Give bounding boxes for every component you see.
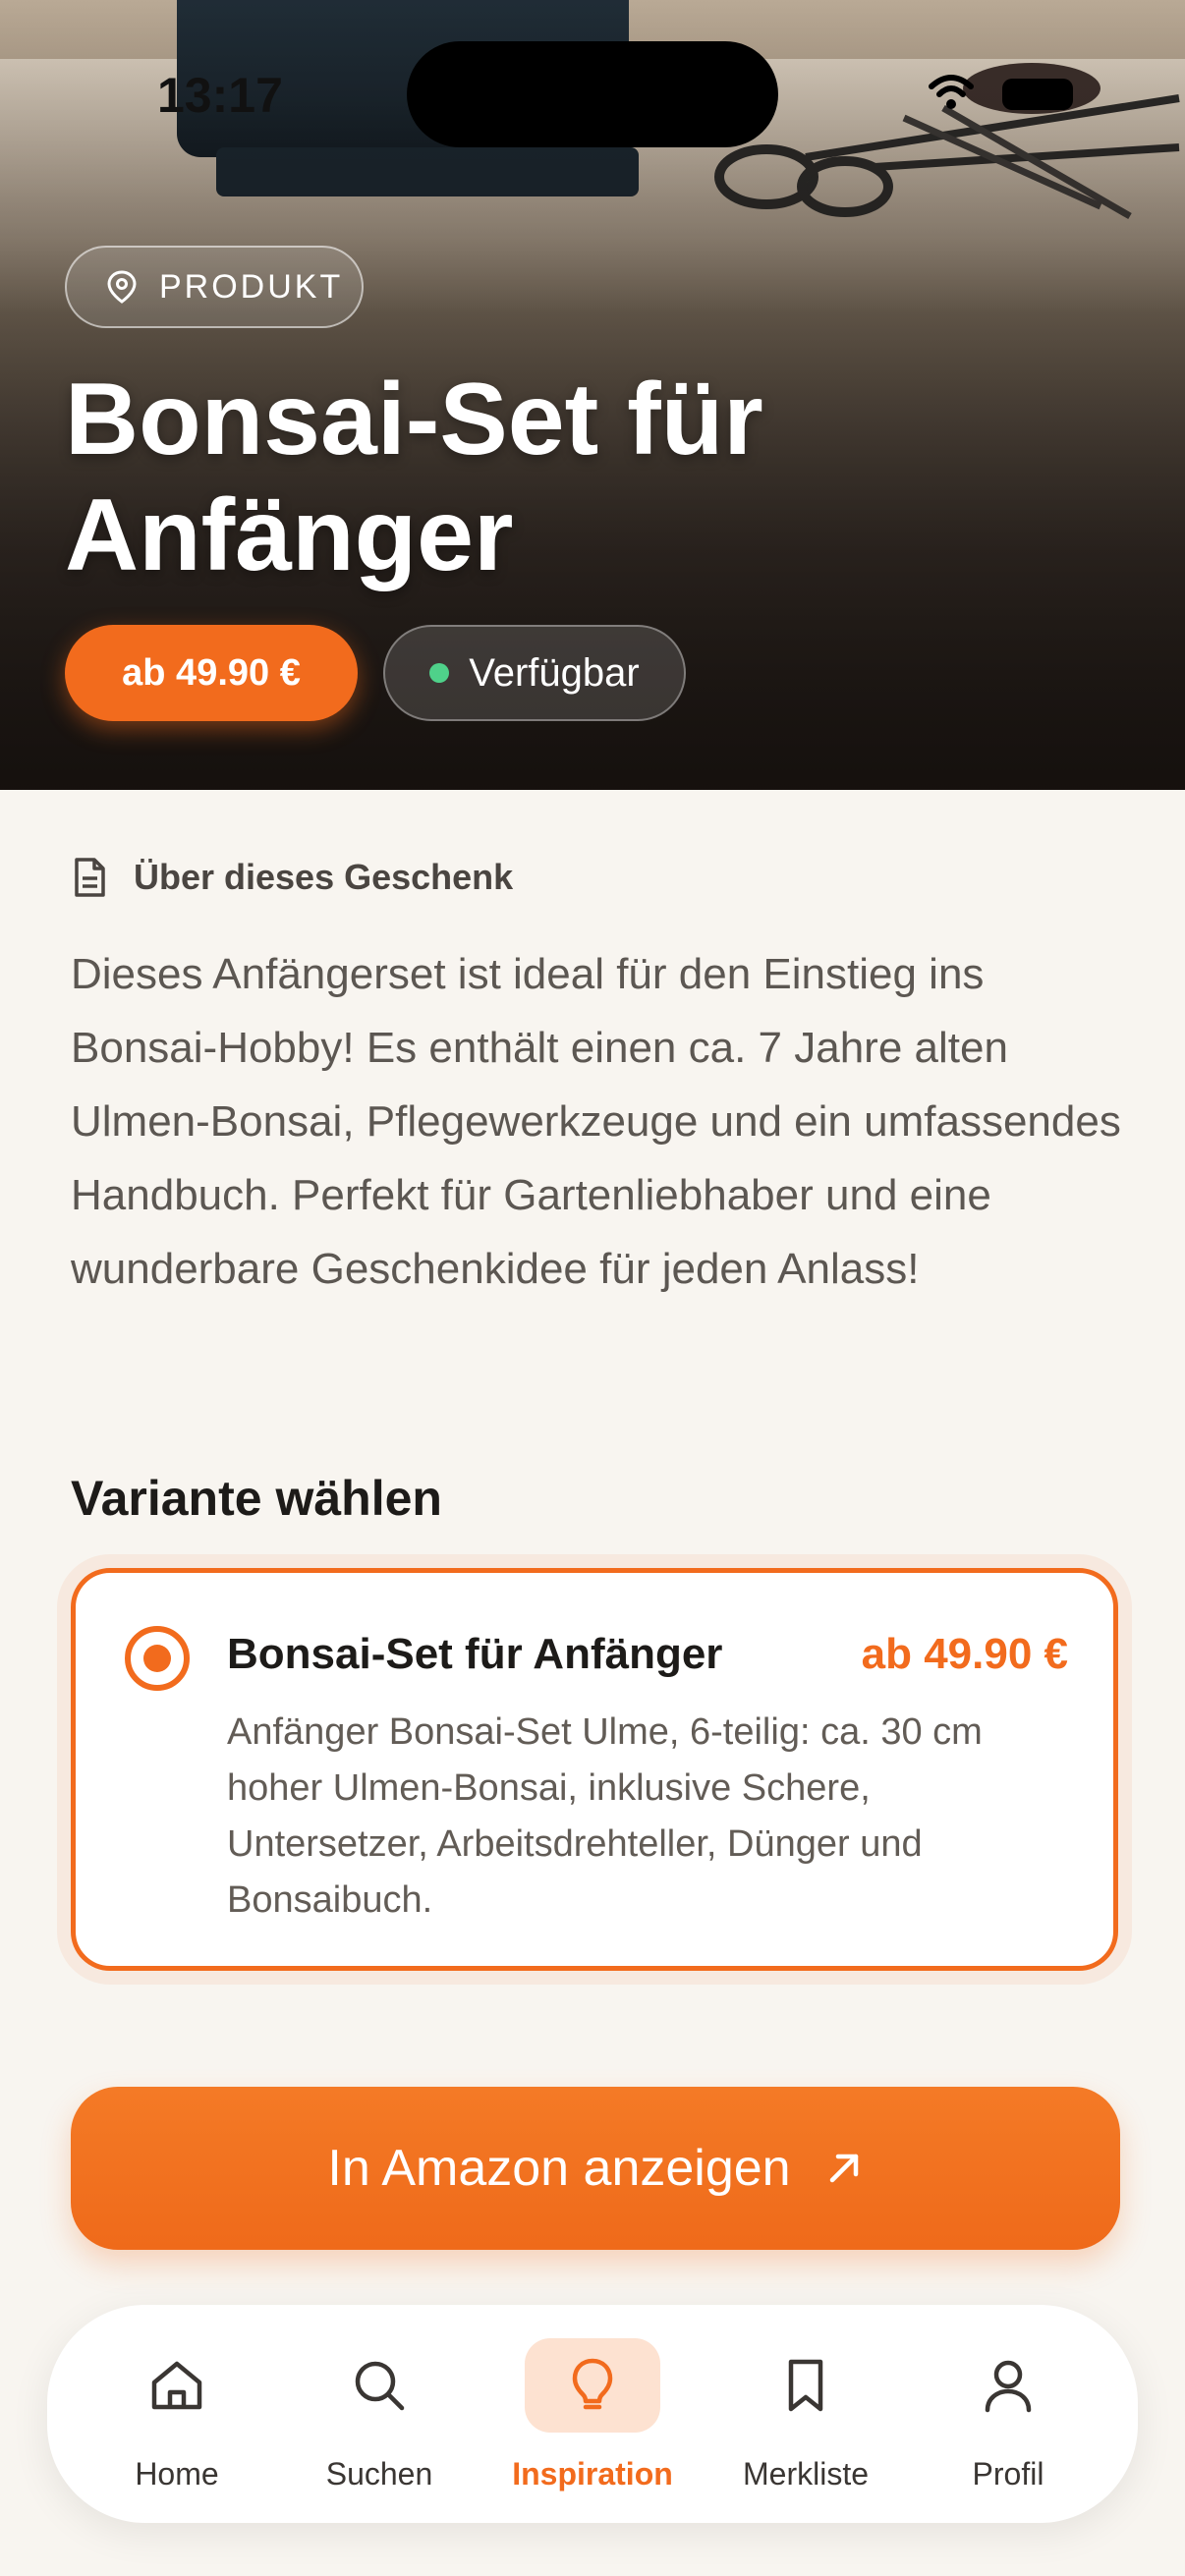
bottom-tab-bar: Home Suchen Inspiration Merkliste Profil [47,2305,1138,2523]
tab-bookmarks-label: Merkliste [742,2456,869,2492]
tab-profile-icon-wrap [940,2338,1076,2433]
variant-name: Bonsai-Set für Anfänger [227,1630,723,1678]
battery-icon [1002,79,1073,110]
variant-option[interactable]: Bonsai-Set für Anfänger ab 49.90 € Anfän… [71,1568,1118,1971]
tab-inspiration[interactable]: Inspiration [494,2305,691,2523]
tab-search-icon-wrap [311,2338,447,2433]
view-on-amazon-label: In Amazon anzeigen [327,2140,791,2197]
status-time: 13:17 [157,68,283,123]
product-description: Dieses Anfängerset ist ideal für den Ein… [71,950,1121,1293]
external-link-arrow-icon [829,2154,858,2183]
search-icon [355,2361,405,2411]
tab-profile[interactable]: Profil [910,2305,1106,2523]
tab-home-icon-wrap [109,2338,245,2433]
variant-price: ab 49.90 € [861,1630,1068,1678]
location-pin-icon [107,270,137,304]
lightbulb-icon [572,2358,613,2410]
tab-search[interactable]: Suchen [281,2305,478,2523]
profile-icon [985,2360,1032,2413]
dynamic-island [407,41,778,147]
tab-home[interactable]: Home [79,2305,275,2523]
category-tag-label: PRODUKT [159,267,344,306]
about-heading: Über dieses Geschenk [71,857,513,898]
bookmark-icon [788,2359,823,2412]
price-badge: ab 49.90 € [65,625,358,721]
tab-bookmarks[interactable]: Merkliste [707,2305,904,2523]
tab-home-label: Home [135,2456,219,2492]
available-dot-icon [429,663,450,683]
tab-inspiration-label: Inspiration [512,2456,673,2492]
availability-label: Verfügbar [469,650,640,695]
variant-radio-button[interactable] [125,1626,190,1691]
category-tag: PRODUKT [65,246,364,328]
tab-inspiration-icon-wrap [525,2338,660,2433]
status-bar: 13:17 [0,0,1185,167]
hero-image: 13:17 PRODUKT Bonsai-Set für Anfänger ab… [0,0,1185,790]
wifi-icon [929,75,974,109]
variant-description: Anfänger Bonsai-Set Ulme, 6-teilig: ca. … [227,1711,983,1921]
product-title: Bonsai-Set für Anfänger [65,363,763,592]
tab-search-label: Suchen [325,2456,433,2492]
tab-bookmarks-icon-wrap [738,2338,874,2433]
tab-profile-label: Profil [972,2456,1044,2492]
view-on-amazon-button[interactable]: In Amazon anzeigen [71,2087,1120,2250]
variant-section-title: Variante wählen [71,1471,442,1526]
document-icon [75,858,105,897]
availability-badge: Verfügbar [383,625,686,721]
radio-selected-dot [143,1645,171,1672]
home-icon [151,2361,202,2410]
about-heading-label: Über dieses Geschenk [134,857,514,897]
